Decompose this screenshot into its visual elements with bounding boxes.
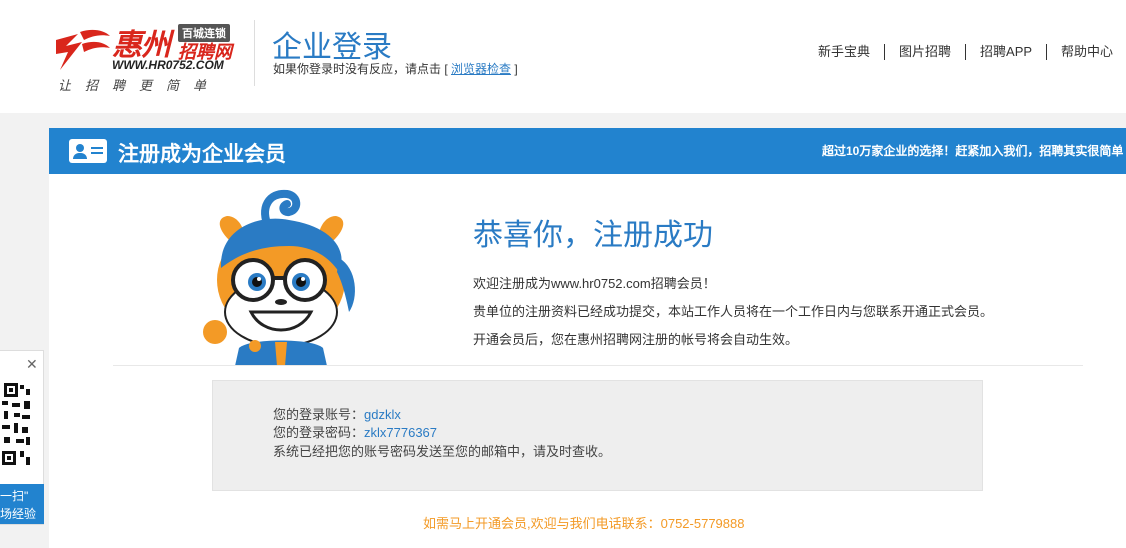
contact-phone-note: 如需马上开通会员,欢迎与我们电话联系：0752-5779888 bbox=[423, 516, 745, 531]
password-label: 您的登录密码： bbox=[273, 425, 365, 440]
password-row: 您的登录密码：zklx7776367 bbox=[273, 422, 437, 441]
qr-widget: ✕ 扫一扫" 现场经验 bbox=[0, 350, 44, 525]
site-header: 惠州 百城连锁 招聘网 WWW.HR0752.COM 让招聘更简单 企业登录 如… bbox=[0, 0, 1126, 113]
logo-url: WWW.HR0752.COM bbox=[112, 58, 224, 72]
username-label: 您的登录账号： bbox=[273, 407, 365, 422]
register-banner: 注册成为企业会员 超过10万家企业的选择！赶紧加入我们，招聘其实很简单 bbox=[49, 128, 1126, 174]
nav-item-app[interactable]: 招聘APP bbox=[966, 44, 1048, 60]
browser-check-link[interactable]: 浏览器检查 bbox=[451, 62, 511, 76]
main-panel: 注册成为企业会员 超过10万家企业的选择！赶紧加入我们，招聘其实很简单 恭喜你，… bbox=[49, 128, 1126, 548]
qr-label-line1: 扫一扫" bbox=[0, 489, 29, 503]
site-logo[interactable]: 惠州 百城连锁 招聘网 WWW.HR0752.COM 让招聘更简单 bbox=[52, 20, 247, 95]
email-note: 系统已经把您的账号密码发送至您的邮箱中，请及时查收。 bbox=[273, 444, 612, 459]
top-nav: 新手宝典 图片招聘 招聘APP 帮助中心 bbox=[804, 44, 1126, 60]
qr-label-line2: 现场经验 bbox=[0, 507, 37, 521]
success-title: 恭喜你，注册成功 bbox=[473, 219, 713, 252]
header-divider bbox=[254, 20, 255, 86]
username-value: gdzklx bbox=[364, 407, 401, 422]
activation-message: 开通会员后，您在惠州招聘网注册的帐号将会自动生效。 bbox=[473, 332, 799, 347]
mascot-illustration bbox=[203, 189, 355, 366]
qr-label[interactable]: 扫一扫" 现场经验 bbox=[0, 484, 44, 524]
logo-mark-icon bbox=[56, 29, 110, 70]
subtitle-suffix: ] bbox=[511, 62, 518, 76]
nav-item-help[interactable]: 帮助中心 bbox=[1047, 44, 1126, 60]
username-row: 您的登录账号：gdzklx bbox=[273, 404, 401, 423]
welcome-message: 欢迎注册成为www.hr0752.com招聘会员！ bbox=[473, 276, 716, 291]
member-card-icon bbox=[69, 139, 107, 163]
page-subtitle: 如果你登录时没有反应，请点击 [ 浏览器检查 ] bbox=[273, 60, 518, 77]
logo-slogan: 让招聘更简单 bbox=[58, 79, 221, 94]
account-info-box: 您的登录账号：gdzklx 您的登录密码：zklx7776367 系统已经把您的… bbox=[212, 380, 983, 491]
password-value: zklx7776367 bbox=[364, 425, 438, 440]
divider bbox=[113, 365, 1083, 366]
banner-promo: 超过10万家企业的选择！赶紧加入我们，招聘其实很简单 bbox=[822, 144, 1124, 158]
nav-item-image-recruit[interactable]: 图片招聘 bbox=[885, 44, 967, 60]
submission-message: 贵单位的注册资料已经成功提交，本站工作人员将在一个工作日内与您联系开通正式会员。 bbox=[473, 304, 994, 319]
qr-code-icon bbox=[0, 381, 32, 471]
nav-item-guide[interactable]: 新手宝典 bbox=[804, 44, 886, 60]
banner-title: 注册成为企业会员 bbox=[118, 143, 286, 166]
close-icon[interactable]: ✕ bbox=[26, 356, 38, 373]
subtitle-prefix: 如果你登录时没有反应，请点击 [ bbox=[273, 62, 452, 76]
